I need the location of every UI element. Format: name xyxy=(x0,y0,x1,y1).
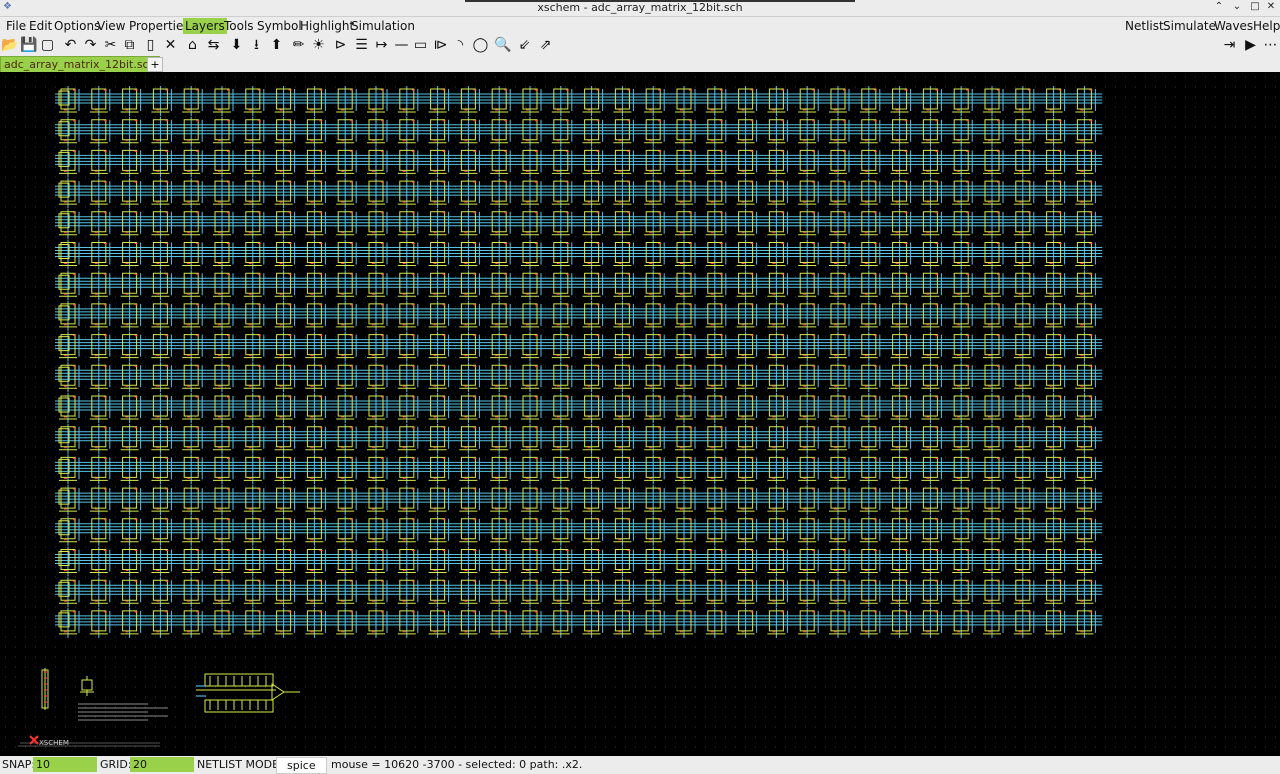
menu-tools[interactable]: Tools xyxy=(222,18,256,34)
cut-icon[interactable]: ✂ xyxy=(102,37,119,54)
wire-icon[interactable]: ✏ xyxy=(290,37,307,54)
bus-icon[interactable]: ☰ xyxy=(353,37,370,54)
move-icon[interactable]: ⌂ xyxy=(184,37,201,54)
save-icon[interactable]: 💾 xyxy=(20,37,37,54)
paste-icon[interactable]: ▯ xyxy=(142,37,159,54)
add-tab-button[interactable]: + xyxy=(147,57,163,72)
rect-icon[interactable]: ▭ xyxy=(412,37,429,54)
pop-icon[interactable]: ⭳ xyxy=(248,37,265,54)
arc-icon[interactable]: ◝ xyxy=(452,37,469,54)
zoom-full-icon[interactable]: ⇙ xyxy=(516,37,533,54)
gate-icon[interactable]: ⊳ xyxy=(332,37,349,54)
delete-icon[interactable]: ✕ xyxy=(162,37,179,54)
toolbar: 📂 💾 ▢ ↶ ↷ ✂ ⧉ ▯ ✕ ⌂ ⇆ ⬇ ⭳ ⬆ ✏ ☀ ⊳ ☰ ↦ — … xyxy=(0,35,1280,56)
grid-input[interactable]: 20 xyxy=(130,757,194,772)
menu-edit[interactable]: Edit xyxy=(27,18,54,34)
menu-layers[interactable]: Layers xyxy=(183,18,227,34)
menu-properties[interactable]: Properties xyxy=(127,18,192,34)
menu-highlight[interactable]: Highlight xyxy=(298,18,356,34)
menu-simulate[interactable]: Simulate xyxy=(1161,18,1218,34)
line-icon[interactable]: — xyxy=(393,37,410,54)
circle-icon[interactable]: ◯ xyxy=(472,37,489,54)
tab-schematic[interactable]: adc_array_matrix_12bit.sch xyxy=(0,56,160,73)
schematic-drawing[interactable]: XSCHEM xyxy=(0,72,1280,754)
status-bar: SNAP: 10 GRID: 20 NETLIST MODE: spice mo… xyxy=(0,756,1280,774)
menu-file[interactable]: File xyxy=(4,18,28,34)
menu-netlist[interactable]: Netlist xyxy=(1123,18,1166,34)
menu-simulation[interactable]: Simulation xyxy=(349,18,417,34)
menu-help[interactable]: Help xyxy=(1251,18,1280,34)
waves-icon[interactable]: ⋯ xyxy=(1262,37,1279,54)
open-icon[interactable]: 📂 xyxy=(1,37,18,54)
tab-bar: adc_array_matrix_12bit.sch + xyxy=(0,56,1280,73)
grid-label: GRID: xyxy=(100,758,132,771)
xschem-logo-text: XSCHEM xyxy=(39,739,69,747)
netlist-mode-label: NETLIST MODE: xyxy=(197,758,283,771)
menu-waves[interactable]: Waves xyxy=(1212,18,1255,34)
minimize-icon[interactable]: ⌄ xyxy=(1230,1,1244,12)
schematic-canvas[interactable]: XSCHEM xyxy=(0,72,1280,754)
title-bar: ❖ xschem - adc_array_matrix_12bit.sch ⌃ … xyxy=(0,0,1280,17)
push-icon[interactable]: ⬇ xyxy=(228,37,245,54)
highlight-icon[interactable]: ☀ xyxy=(310,37,327,54)
zoom-out-icon[interactable]: ⇗ xyxy=(537,37,554,54)
maximize-icon[interactable]: □ xyxy=(1248,1,1262,12)
zoom-icon[interactable]: 🔍 xyxy=(494,37,511,54)
menu-view[interactable]: View xyxy=(95,18,127,34)
insert-icon[interactable]: ⇥ xyxy=(1221,37,1238,54)
netlist-mode-select[interactable]: spice xyxy=(276,757,327,774)
status-info: mouse = 10620 -3700 - selected: 0 path: … xyxy=(331,758,583,771)
descend-icon[interactable]: ⬆ xyxy=(268,37,285,54)
stretch-icon[interactable]: ⇆ xyxy=(205,37,222,54)
reload-icon[interactable]: ▢ xyxy=(39,37,56,54)
pin-icon[interactable]: ↦ xyxy=(373,37,390,54)
polygon-icon[interactable]: ⧐ xyxy=(432,37,449,54)
window-title: xschem - adc_array_matrix_12bit.sch xyxy=(537,1,743,14)
run-icon[interactable]: ▶ xyxy=(1242,37,1259,54)
snap-label: SNAP: xyxy=(2,758,36,771)
undo-icon[interactable]: ↶ xyxy=(62,37,79,54)
menu-symbol[interactable]: Symbol xyxy=(255,18,304,34)
redo-icon[interactable]: ↷ xyxy=(82,37,99,54)
menu-bar: File Edit Options View Properties Layers… xyxy=(0,17,1280,35)
copy-icon[interactable]: ⧉ xyxy=(121,37,138,54)
snap-input[interactable]: 10 xyxy=(33,757,97,772)
close-icon[interactable]: ✕ xyxy=(1264,1,1278,12)
collapse-icon[interactable]: ⌃ xyxy=(1212,1,1226,12)
